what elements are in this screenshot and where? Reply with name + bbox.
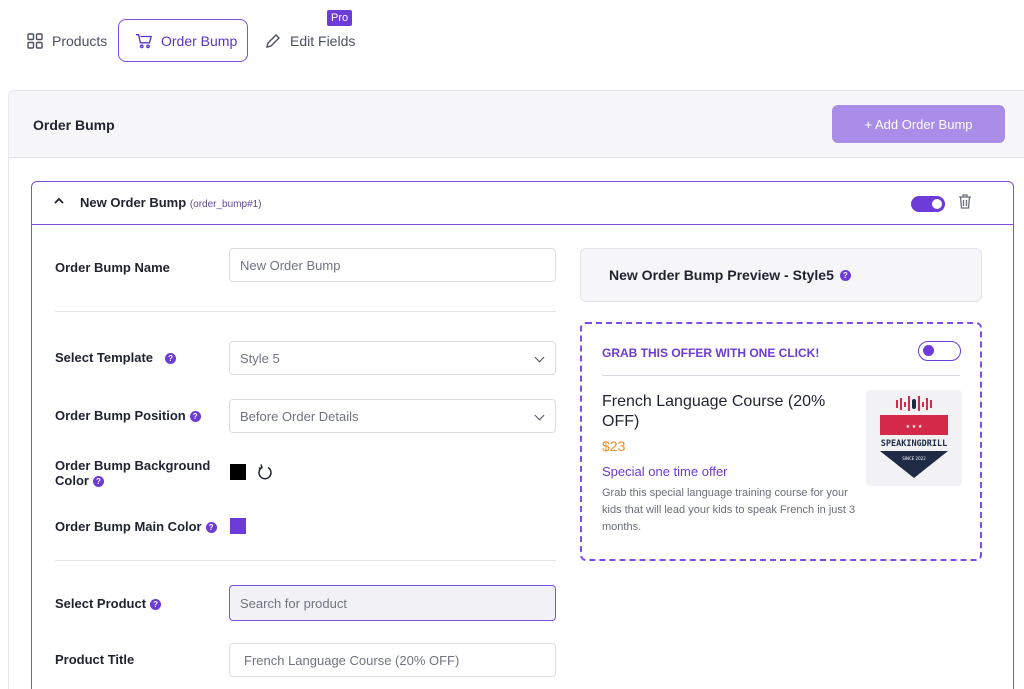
select-template-label-text: Select Template	[55, 350, 154, 365]
main-color-label: Order Bump Main Color?	[55, 519, 217, 534]
bump-panel-header[interactable]: New Order Bump (order_bump#1)	[32, 182, 1013, 225]
card-header: Order Bump + Add Order Bump	[9, 91, 1024, 158]
trash-icon[interactable]	[958, 193, 972, 213]
position-select[interactable]: Before Order Details	[229, 399, 556, 433]
product-search-input[interactable]: Search for product	[229, 585, 556, 621]
pencil-icon	[264, 32, 282, 50]
help-icon[interactable]: ?	[839, 269, 851, 281]
add-order-bump-button[interactable]: + Add Order Bump	[832, 105, 1005, 143]
divider	[55, 560, 556, 561]
template-select[interactable]: Style 5	[229, 341, 556, 375]
select-product-label-text: Select Product	[55, 596, 147, 611]
tab-order-bump[interactable]: Order Bump	[118, 19, 248, 62]
background-color-swatch[interactable]	[230, 464, 246, 480]
divider	[602, 375, 960, 376]
grab-offer-text: GRAB THIS OFFER WITH ONE CLICK!	[602, 346, 820, 360]
product-title-input[interactable]: French Language Course (20% OFF)	[229, 643, 556, 677]
bump-title-text: New Order Bump	[80, 195, 187, 210]
order-bump-card: Order Bump + Add Order Bump New Order Bu…	[8, 90, 1024, 689]
order-bump-name-label: Order Bump Name	[55, 260, 170, 275]
help-icon[interactable]: ?	[205, 522, 217, 534]
main-color-label-text: Order Bump Main Color	[55, 519, 202, 534]
product-title-value: French Language Course (20% OFF)	[244, 652, 460, 668]
svg-text:★ ★ ★: ★ ★ ★	[906, 424, 923, 430]
order-bump-name-value: New Order Bump	[240, 257, 341, 273]
offer-product-name: French Language Course (20% OFF)	[602, 393, 826, 430]
tab-order-bump-label: Order Bump	[161, 32, 238, 49]
preview-header: New Order Bump Preview - Style5?	[580, 248, 982, 302]
card-title: Order Bump	[33, 117, 115, 133]
chevron-up-icon[interactable]	[53, 195, 65, 210]
tab-products[interactable]: Products	[26, 19, 107, 62]
bump-enabled-toggle[interactable]	[911, 196, 945, 212]
order-bump-position-label-text: Order Bump Position	[55, 408, 186, 423]
order-bump-preview: GRAB THIS OFFER WITH ONE CLICK! French L…	[580, 322, 982, 561]
help-icon[interactable]: ?	[92, 476, 104, 488]
offer-special-text: Special one time offer	[602, 464, 728, 479]
pro-badge: Pro	[327, 10, 353, 26]
top-tabs: Products Order Bump Edit Fields Pro	[0, 0, 1024, 90]
bump-id: (order_bump#1)	[189, 199, 262, 210]
main-color-swatch[interactable]	[230, 518, 246, 534]
offer-description: Grab this special language training cour…	[602, 487, 856, 533]
bump-panel-title: New Order Bump (order_bump#1)	[80, 195, 262, 210]
select-product-label: Select Product?	[55, 596, 162, 611]
select-template-label: Select Template?	[55, 350, 177, 365]
order-bump-panel: New Order Bump (order_bump#1) Order Bump…	[31, 181, 1014, 689]
position-select-value: Before Order Details	[240, 408, 359, 424]
preview-heading: New Order Bump Preview - Style5	[609, 267, 834, 283]
reset-color-icon[interactable]	[257, 463, 273, 484]
logo-text: SPEAKINGDRILL	[881, 439, 948, 449]
divider	[55, 311, 556, 312]
offer-price: $23	[602, 438, 626, 454]
template-select-value: Style 5	[240, 350, 280, 366]
grid-icon	[26, 32, 44, 50]
cart-icon	[135, 32, 153, 50]
product-title-label: Product Title	[55, 652, 135, 667]
tab-products-label: Products	[52, 32, 108, 49]
background-color-label: Order Bump Background Color?	[55, 458, 215, 488]
product-image: ★ ★ ★ SPEAKINGDRILL SINCE 2022	[866, 390, 962, 486]
background-color-label-text: Order Bump Background Color	[55, 458, 211, 488]
tab-edit-fields-label: Edit Fields	[290, 32, 356, 49]
order-bump-position-label: Order Bump Position?	[55, 408, 201, 423]
help-icon[interactable]: ?	[189, 411, 201, 423]
logo-since: SINCE 2022	[902, 456, 926, 461]
product-search-placeholder: Search for product	[240, 595, 347, 611]
speakingdrill-logo: ★ ★ ★ SPEAKINGDRILL SINCE 2022	[880, 396, 948, 478]
help-icon[interactable]: ?	[150, 599, 162, 611]
help-icon[interactable]: ?	[165, 353, 177, 365]
order-bump-name-input[interactable]: New Order Bump	[229, 248, 556, 282]
offer-toggle[interactable]	[918, 341, 961, 361]
